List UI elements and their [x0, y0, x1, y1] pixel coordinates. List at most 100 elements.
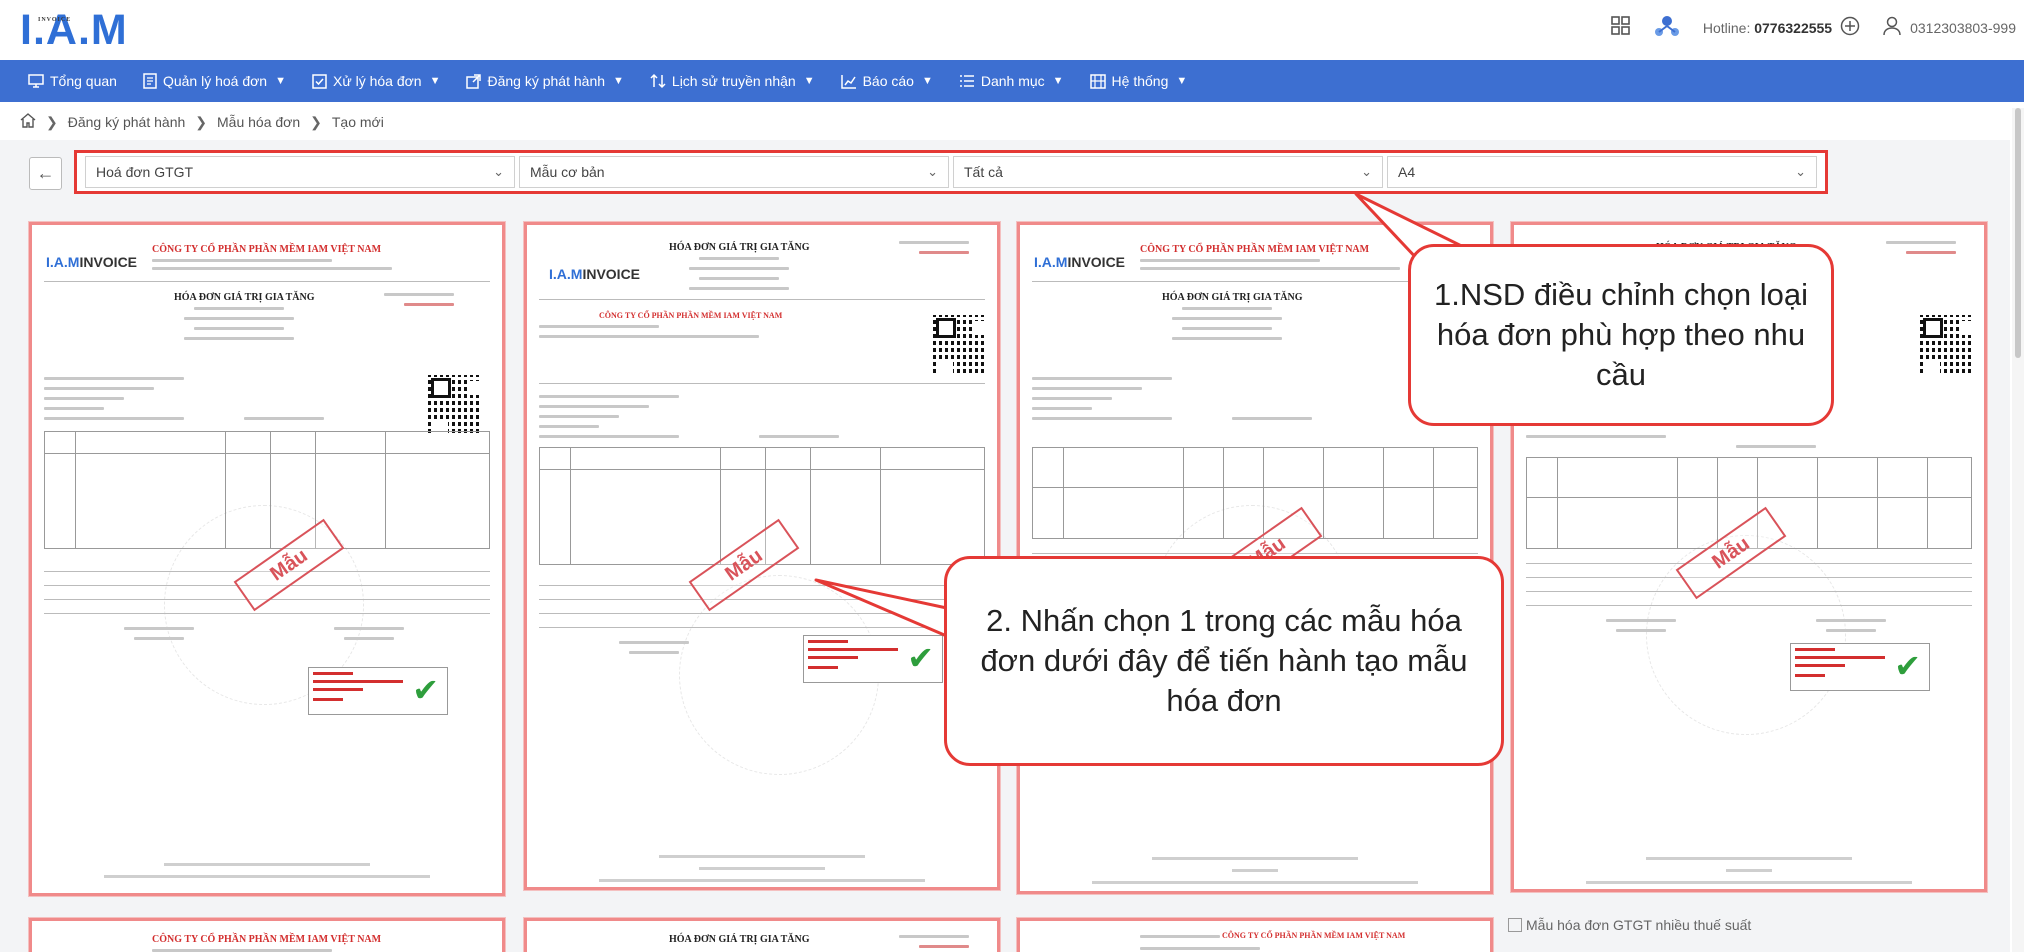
chevron-down-icon: ▼ [803, 75, 815, 87]
chevron-down-icon: ▼ [429, 75, 441, 87]
nav-label: Quản lý hoá đơn [162, 73, 268, 89]
callout-step-1: 1.NSD điều chỉnh chọn loại hóa đơn phù h… [1408, 244, 1834, 426]
company-name: CÔNG TY CỔ PHẦN PHẦN MỀM IAM VIỆT NAM [1222, 931, 1406, 940]
nav-xu-ly-hoa-don[interactable]: Xử lý hóa đơn ▼ [312, 73, 441, 89]
qr-code [1920, 315, 1974, 373]
company-name: CÔNG TY CỔ PHẦN PHẦN MỀM IAM VIỆT NAM [152, 244, 382, 255]
back-button[interactable]: ← [29, 157, 62, 190]
chevron-right-icon: ❯ [195, 113, 207, 130]
breadcrumb: ❯ Đăng ký phát hành ❯ Mẫu hóa đơn ❯ Tạo … [20, 113, 384, 131]
chevron-right-icon: ❯ [310, 113, 322, 130]
invoice-title: HÓA ĐƠN GIÁ TRỊ GIA TĂNG [669, 934, 810, 945]
add-circle-icon[interactable] [1840, 16, 1860, 39]
invoice-preview: HÓA ĐƠN GIÁ TRỊ GIA TĂNG [539, 931, 985, 952]
qr-code [933, 315, 987, 373]
signature-box: ✔ [1790, 643, 1930, 691]
chevron-down-icon: ▼ [921, 75, 933, 87]
nav-quan-ly-hoa-don[interactable]: Quản lý hoá đơn ▼ [143, 73, 286, 89]
nav-tong-quan[interactable]: Tổng quan [28, 73, 117, 89]
callout-step-2: 2. Nhấn chọn 1 trong các mẫu hóa đơn dướ… [944, 556, 1504, 766]
paper-size-select[interactable]: A4 ⌄ [1387, 156, 1817, 188]
broken-image-template[interactable]: Mẫu hóa đơn GTGT nhiều thuế suất [1508, 917, 1751, 933]
nav-bao-cao[interactable]: Báo cáo ▼ [840, 73, 933, 89]
image-alt-text: Mẫu hóa đơn GTGT nhiều thuế suất [1526, 917, 1752, 933]
nav-label: Danh mục [980, 73, 1045, 89]
invoice-type-select[interactable]: Hoá đơn GTGT ⌄ [85, 156, 515, 188]
template-style-select[interactable]: Mẫu cơ bản ⌄ [519, 156, 949, 188]
chevron-down-icon: ▼ [1176, 75, 1188, 87]
invoice-title: HÓA ĐƠN GIÁ TRỊ GIA TĂNG [1162, 292, 1303, 303]
company-name: CÔNG TY CỔ PHẦN PHẦN MỀM IAM VIỆT NAM [152, 934, 382, 945]
invoice-title: HÓA ĐƠN GIÁ TRỊ GIA TĂNG [669, 242, 810, 253]
invoice-preview: I.A.MINVOICE CÔNG TY CỔ PHẦN PHẦN MỀM IA… [44, 235, 490, 883]
check-icon: ✔ [1894, 647, 1921, 685]
nav-label: Hệ thống [1111, 73, 1169, 89]
chevron-down-icon: ▼ [1052, 75, 1064, 87]
signature-box: ✔ [308, 667, 448, 715]
apps-grid-icon[interactable] [1611, 16, 1631, 39]
arrow-left-icon: ← [36, 163, 55, 183]
nav-label: Xử lý hóa đơn [332, 73, 422, 89]
support-network-icon[interactable] [1653, 14, 1681, 41]
check-icon: ✔ [412, 671, 439, 709]
hotline-label: Hotline: [1702, 19, 1751, 36]
check-icon: ✔ [907, 639, 934, 677]
category-select[interactable]: Tất cả ⌄ [953, 156, 1383, 188]
breadcrumb-current: Tạo mới [331, 114, 384, 130]
system-icon [1089, 73, 1106, 89]
breadcrumb-item[interactable]: Mẫu hóa đơn [217, 114, 300, 130]
monitor-icon [28, 74, 44, 88]
nav-label: Tổng quan [50, 73, 117, 89]
logo-suffix: INVOICE [38, 17, 72, 23]
invoice-template-card[interactable]: I.A.MINVOICE CÔNG TY CỔ PHẦN PHẦN MỀM IA… [29, 222, 505, 896]
template-filter-bar: Hoá đơn GTGT ⌄ Mẫu cơ bản ⌄ Tất cả ⌄ A4 … [74, 150, 1828, 194]
invoice-template-card[interactable]: I.A.MINVOICE CÔNG TY CỔ PHẦN PHẦN MỀM IA… [1017, 918, 1493, 952]
invoice-template-card[interactable]: HÓA ĐƠN GIÁ TRỊ GIA TĂNG [524, 918, 1000, 952]
mini-logo: I.A.MINVOICE [46, 254, 138, 270]
broken-image-icon [1508, 918, 1522, 932]
watermark [1646, 535, 1846, 735]
user-icon [1882, 16, 1902, 39]
invoice-template-card[interactable]: I.A.MINVOICE CÔNG TY CỔ PHẦN PHẦN MỀM IA… [29, 918, 505, 952]
company-name: CÔNG TY CỔ PHẦN PHẦN MỀM IAM VIỆT NAM [1140, 244, 1370, 255]
list-icon [959, 75, 974, 87]
select-value: Tất cả [964, 164, 1003, 180]
breadcrumb-item[interactable]: Đăng ký phát hành [68, 114, 186, 130]
chevron-down-icon: ⌄ [927, 164, 938, 179]
nav-lich-su-truyen-nhan[interactable]: Lịch sử truyền nhận ▼ [650, 73, 815, 89]
chevron-down-icon: ⌄ [493, 164, 504, 179]
page-scrollbar[interactable] [2012, 108, 2024, 952]
mini-logo: I.A.MINVOICE [1034, 254, 1126, 270]
nav-label: Lịch sử truyền nhận [671, 73, 796, 89]
nav-danh-muc[interactable]: Danh mục ▼ [959, 73, 1064, 89]
nav-label: Đăng ký phát hành [487, 73, 606, 89]
home-icon[interactable] [20, 113, 36, 131]
scrollbar-thumb[interactable] [2015, 108, 2021, 358]
app-root: I.A.M INVOICE Hotline: 0776322555 031230… [0, 0, 2024, 952]
document-icon [143, 73, 157, 89]
nav-dang-ky-phat-hanh[interactable]: Đăng ký phát hành ▼ [466, 73, 624, 89]
tax-code: 0312303803-999 [1910, 19, 2016, 36]
company-name: CÔNG TY CỔ PHẦN PHẦN MỀM IAM VIỆT NAM [599, 311, 783, 320]
chevron-down-icon: ▼ [275, 75, 286, 87]
invoice-preview: I.A.MINVOICE CÔNG TY CỔ PHẦN PHẦN MỀM IA… [1032, 931, 1478, 952]
invoice-preview: HÓA ĐƠN GIÁ TRỊ GIA TĂNG I.A.MINVOICE CÔ… [539, 235, 987, 882]
checkbox-icon [312, 73, 327, 89]
signature-box: ✔ [803, 635, 943, 683]
nav-he-thong[interactable]: Hệ thống ▼ [1089, 73, 1188, 89]
invoice-table [44, 431, 490, 549]
chevron-down-icon: ⌄ [1361, 164, 1372, 179]
user-account[interactable]: 0312303803-999 [1882, 16, 2016, 39]
external-link-icon [466, 73, 482, 89]
chevron-down-icon: ▼ [613, 75, 624, 87]
top-header: I.A.M INVOICE Hotline: 0776322555 031230… [0, 0, 2024, 60]
chart-icon [840, 74, 856, 89]
transfer-icon [650, 73, 666, 89]
chevron-down-icon: ⌄ [1795, 164, 1806, 179]
qr-code [428, 375, 482, 433]
invoice-table [1032, 447, 1478, 539]
hotline[interactable]: Hotline: 0776322555 [1703, 20, 1832, 36]
invoice-template-card[interactable]: HÓA ĐƠN GIÁ TRỊ GIA TĂNG I.A.MINVOICE CÔ… [524, 222, 1000, 890]
select-value: Mẫu cơ bản [530, 164, 605, 180]
brand-logo[interactable]: I.A.M INVOICE [20, 6, 128, 55]
